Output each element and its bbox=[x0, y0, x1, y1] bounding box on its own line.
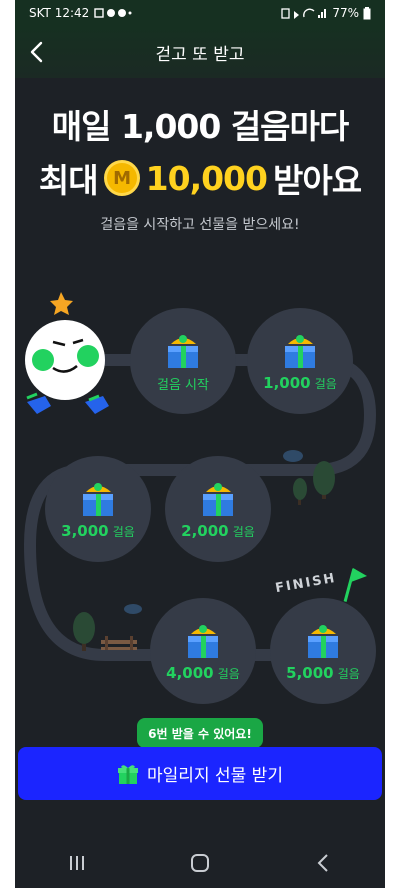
home-button[interactable] bbox=[170, 843, 230, 883]
signal-wifi-icons bbox=[281, 8, 327, 19]
gift-icon bbox=[118, 764, 139, 784]
recent-apps-button[interactable] bbox=[47, 843, 107, 883]
reward-count-tooltip: 6번 받을 수 있어요! bbox=[137, 718, 263, 755]
flag-icon bbox=[343, 568, 367, 602]
gift-box-icon bbox=[203, 483, 233, 516]
gift-box-icon bbox=[285, 335, 315, 368]
gift-box-icon bbox=[83, 483, 113, 516]
back-button[interactable] bbox=[15, 26, 59, 78]
milestone-5000: 5,000 걸음 bbox=[270, 598, 376, 704]
bench-icon bbox=[101, 636, 137, 650]
milestone-label: 걸음 시작 bbox=[157, 377, 209, 393]
claim-gift-label: 마일리지 선물 받기 bbox=[147, 766, 283, 786]
milestone-steps: 1,000 bbox=[263, 374, 311, 392]
milestone-unit: 걸음 bbox=[112, 525, 135, 539]
mascot-character bbox=[25, 292, 109, 414]
recent-apps-icon bbox=[69, 856, 84, 870]
system-back-button[interactable] bbox=[293, 843, 353, 883]
headline-suffix: 받아요 bbox=[272, 161, 362, 200]
gift-box-icon bbox=[188, 625, 218, 658]
milestone-unit: 걸음 bbox=[337, 667, 360, 681]
gift-box-icon bbox=[168, 334, 198, 368]
status-bar: SKT 12:42 77% bbox=[15, 0, 385, 26]
carrier-time: SKT 12:42 bbox=[29, 6, 90, 20]
milestone-2000: 2,000 걸음 bbox=[165, 456, 271, 562]
gift-box-icon bbox=[308, 625, 338, 658]
hero-headline: 매일 1,000 걸음마다 최대 M 10,000 받아요 bbox=[15, 100, 385, 202]
milestone-steps: 5,000 bbox=[286, 664, 334, 682]
milestone-steps: 2,000 bbox=[181, 522, 229, 540]
app-bar: 걷고 또 받고 bbox=[15, 26, 385, 78]
subtitle: 걸음을 시작하고 선물을 받으세요! bbox=[100, 217, 300, 233]
battery-percent: 77% bbox=[332, 6, 359, 20]
battery-icon bbox=[363, 6, 371, 19]
headline-line1: 매일 1,000 걸음마다 bbox=[51, 107, 350, 146]
home-icon bbox=[190, 854, 209, 872]
milestone-unit: 걸음 bbox=[314, 377, 337, 391]
milestone-unit: 걸음 bbox=[232, 525, 255, 539]
back-icon bbox=[317, 854, 329, 872]
milestone-3000: 3,000 걸음 bbox=[45, 456, 151, 562]
milestone-1000: 1,000 걸음 bbox=[247, 308, 353, 414]
milestone-4000: 4,000 걸음 bbox=[150, 598, 256, 704]
page-title: 걷고 또 받고 bbox=[155, 44, 245, 65]
headline-line2: 최대 M 10,000 받아요 bbox=[15, 154, 385, 202]
milestone-start: 걸음 시작 bbox=[130, 308, 236, 414]
notification-icons bbox=[94, 8, 132, 18]
milestone-steps: 3,000 bbox=[61, 522, 109, 540]
step-map: 걸음 시작 1,000 걸음 2,000 걸음 3,000 걸음 4,000 걸… bbox=[15, 240, 385, 740]
headline-amount: 10,000 bbox=[145, 158, 268, 198]
milestone-unit: 걸음 bbox=[217, 667, 240, 681]
chevron-left-icon bbox=[30, 41, 43, 63]
headline-prefix: 최대 bbox=[38, 161, 99, 200]
mileage-coin-icon: M bbox=[103, 160, 140, 196]
claim-gift-button[interactable]: 마일리지 선물 받기 bbox=[18, 747, 382, 800]
milestone-steps: 4,000 bbox=[166, 664, 214, 682]
system-nav-bar bbox=[15, 838, 385, 888]
